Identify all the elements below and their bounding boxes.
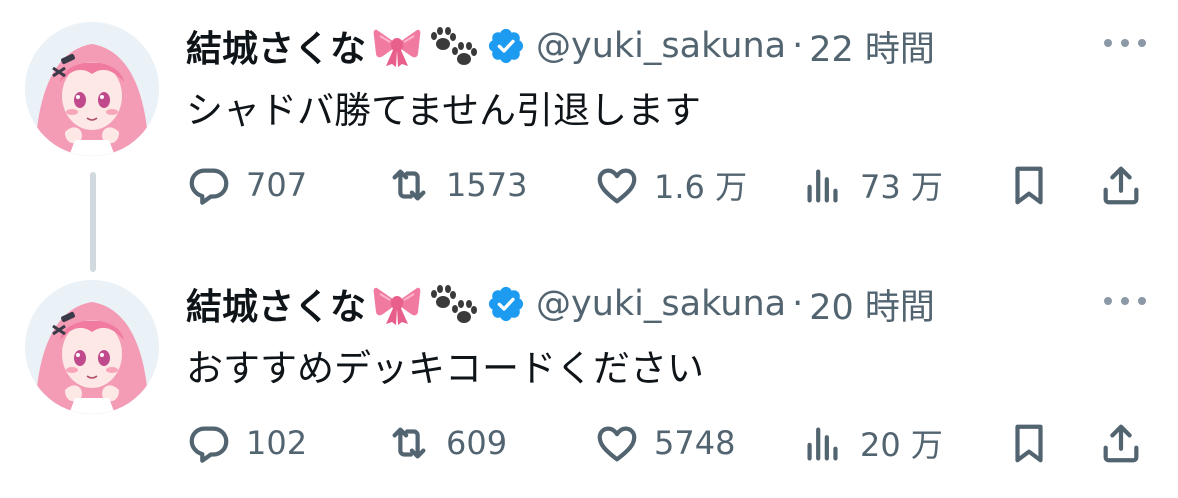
reply-count: 102 — [246, 424, 308, 462]
avatar[interactable] — [25, 280, 159, 414]
reply-icon — [189, 168, 229, 205]
reply-button[interactable]: 707 — [186, 160, 307, 210]
views-chart-icon — [807, 427, 838, 461]
retweet-button[interactable]: 609 — [386, 418, 507, 468]
tweet[interactable]: 結城さくな — [0, 258, 1178, 498]
views-chart-icon — [807, 169, 838, 203]
reply-icon — [189, 426, 229, 463]
views-button[interactable]: 73 万 — [800, 160, 943, 210]
timestamp[interactable]: 22 時間 — [809, 21, 935, 72]
more-options-icon[interactable] — [1100, 28, 1150, 58]
retweet-button[interactable]: 1573 — [386, 160, 527, 210]
reply-button[interactable]: 102 — [186, 418, 307, 468]
display-name[interactable]: 結城さくな — [186, 278, 366, 330]
share-button[interactable] — [1098, 418, 1144, 468]
tweet-header: 結城さくな — [186, 20, 935, 72]
retweet-icon — [392, 169, 426, 201]
retweet-count: 609 — [446, 424, 508, 462]
bookmark-icon — [1015, 166, 1043, 205]
like-button[interactable]: 5748 — [594, 418, 735, 468]
views-button[interactable]: 20 万 — [800, 418, 943, 468]
separator-dot: · — [792, 284, 804, 324]
timestamp[interactable]: 20 時間 — [809, 279, 935, 330]
bookmark-icon — [1015, 424, 1043, 463]
retweet-count: 1573 — [446, 166, 528, 204]
heart-icon — [597, 426, 637, 462]
tweet-text: おすすめデッキコードください — [186, 347, 704, 390]
views-count: 73 万 — [860, 168, 943, 206]
paw-prints-icon — [428, 24, 478, 68]
views-count: 20 万 — [860, 426, 943, 464]
tweet-text: シャドバ勝てません引退します — [186, 89, 702, 132]
handle[interactable]: @yuki_sakuna — [536, 284, 786, 324]
like-button[interactable]: 1.6 万 — [594, 160, 747, 210]
action-bar: 102 609 5748 20 万 — [186, 418, 1150, 468]
verified-badge-icon — [486, 284, 526, 324]
tweet-header: 結城さくな — [186, 278, 935, 330]
share-icon — [1103, 166, 1139, 205]
like-count: 1.6 万 — [654, 168, 748, 206]
bookmark-button[interactable] — [1006, 418, 1052, 468]
display-name[interactable]: 結城さくな — [186, 20, 366, 72]
handle[interactable]: @yuki_sakuna — [536, 26, 786, 66]
heart-icon — [597, 168, 637, 204]
paw-prints-icon — [428, 282, 478, 326]
separator-dot: · — [792, 26, 804, 66]
bookmark-button[interactable] — [1006, 160, 1052, 210]
share-icon — [1103, 424, 1139, 463]
ribbon-icon — [372, 282, 422, 326]
action-bar: 707 1573 1.6 万 73 万 — [186, 160, 1150, 210]
reply-count: 707 — [246, 166, 308, 204]
ribbon-icon — [372, 24, 422, 68]
more-options-icon[interactable] — [1100, 286, 1150, 316]
tweet[interactable]: 結城さくな — [0, 0, 1178, 240]
retweet-icon — [392, 427, 426, 459]
avatar[interactable] — [25, 22, 159, 156]
verified-badge-icon — [486, 26, 526, 66]
like-count: 5748 — [654, 424, 736, 462]
share-button[interactable] — [1098, 160, 1144, 210]
